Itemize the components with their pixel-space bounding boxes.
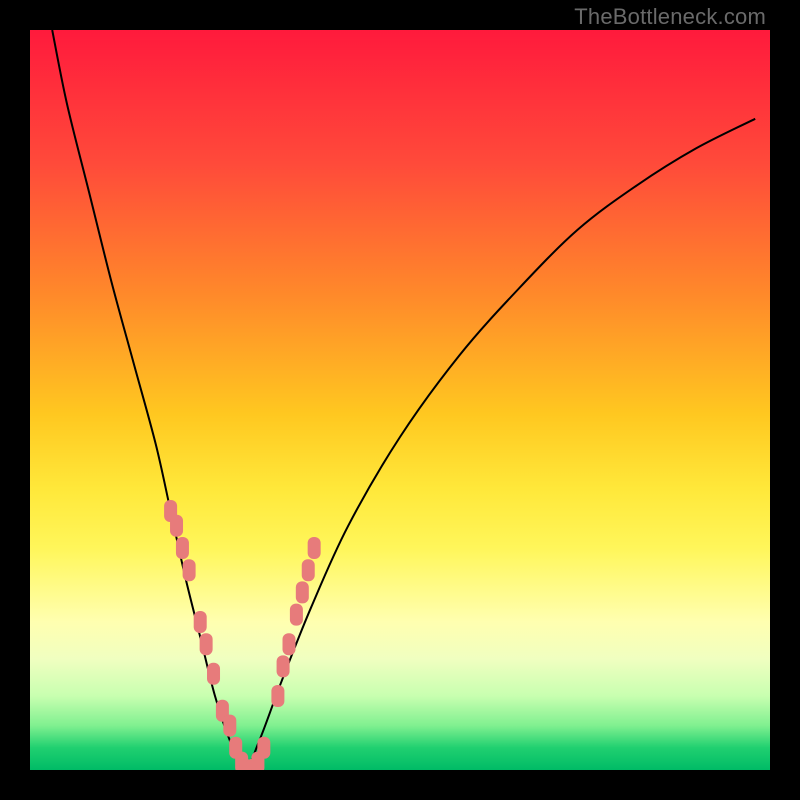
curve-layer — [52, 30, 755, 770]
marker-dot — [170, 515, 183, 537]
marker-dot — [296, 581, 309, 603]
marker-dot — [283, 633, 296, 655]
marker-dot — [200, 633, 213, 655]
marker-dot — [223, 715, 236, 737]
bottleneck-curve — [52, 30, 755, 770]
chart-svg — [30, 30, 770, 770]
watermark-text: TheBottleneck.com — [574, 4, 766, 30]
marker-dot — [207, 663, 220, 685]
marker-layer — [164, 500, 321, 770]
plot-area — [30, 30, 770, 770]
marker-dot — [183, 559, 196, 581]
marker-dot — [194, 611, 207, 633]
marker-dot — [302, 559, 315, 581]
marker-dot — [257, 737, 270, 759]
marker-dot — [176, 537, 189, 559]
marker-dot — [277, 655, 290, 677]
marker-dot — [271, 685, 284, 707]
marker-dot — [308, 537, 321, 559]
marker-dot — [290, 604, 303, 626]
chart-frame: TheBottleneck.com — [0, 0, 800, 800]
